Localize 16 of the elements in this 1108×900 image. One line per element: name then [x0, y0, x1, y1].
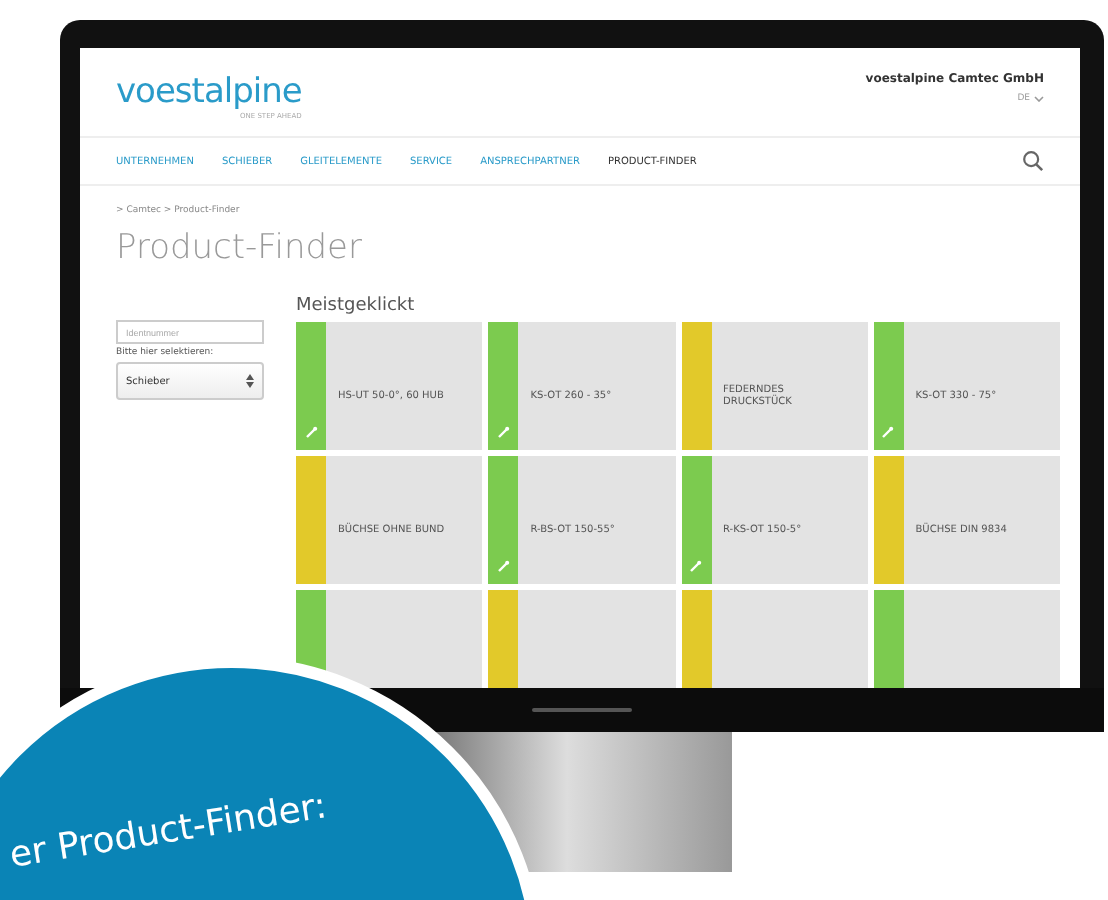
wrench-icon	[882, 426, 895, 438]
search-icon[interactable]	[1022, 150, 1044, 172]
wrench-icon	[497, 560, 510, 572]
product-tile[interactable]	[296, 590, 483, 688]
product-tile[interactable]	[681, 590, 868, 688]
updown-arrows-icon	[246, 374, 254, 388]
wrench-icon	[690, 560, 702, 572]
product-tile[interactable]	[873, 590, 1060, 688]
badge-text: er Product-Finder:	[6, 785, 330, 877]
product-tile[interactable]	[488, 590, 675, 688]
wrench-icon	[305, 426, 317, 438]
wrench-icon	[497, 426, 510, 438]
chevron-down-icon[interactable]	[1034, 96, 1044, 102]
page-title: Product-Finder	[114, 226, 364, 272]
section-title: Meistgeklickt	[296, 296, 417, 316]
logo[interactable]: voestalpine	[116, 72, 302, 112]
